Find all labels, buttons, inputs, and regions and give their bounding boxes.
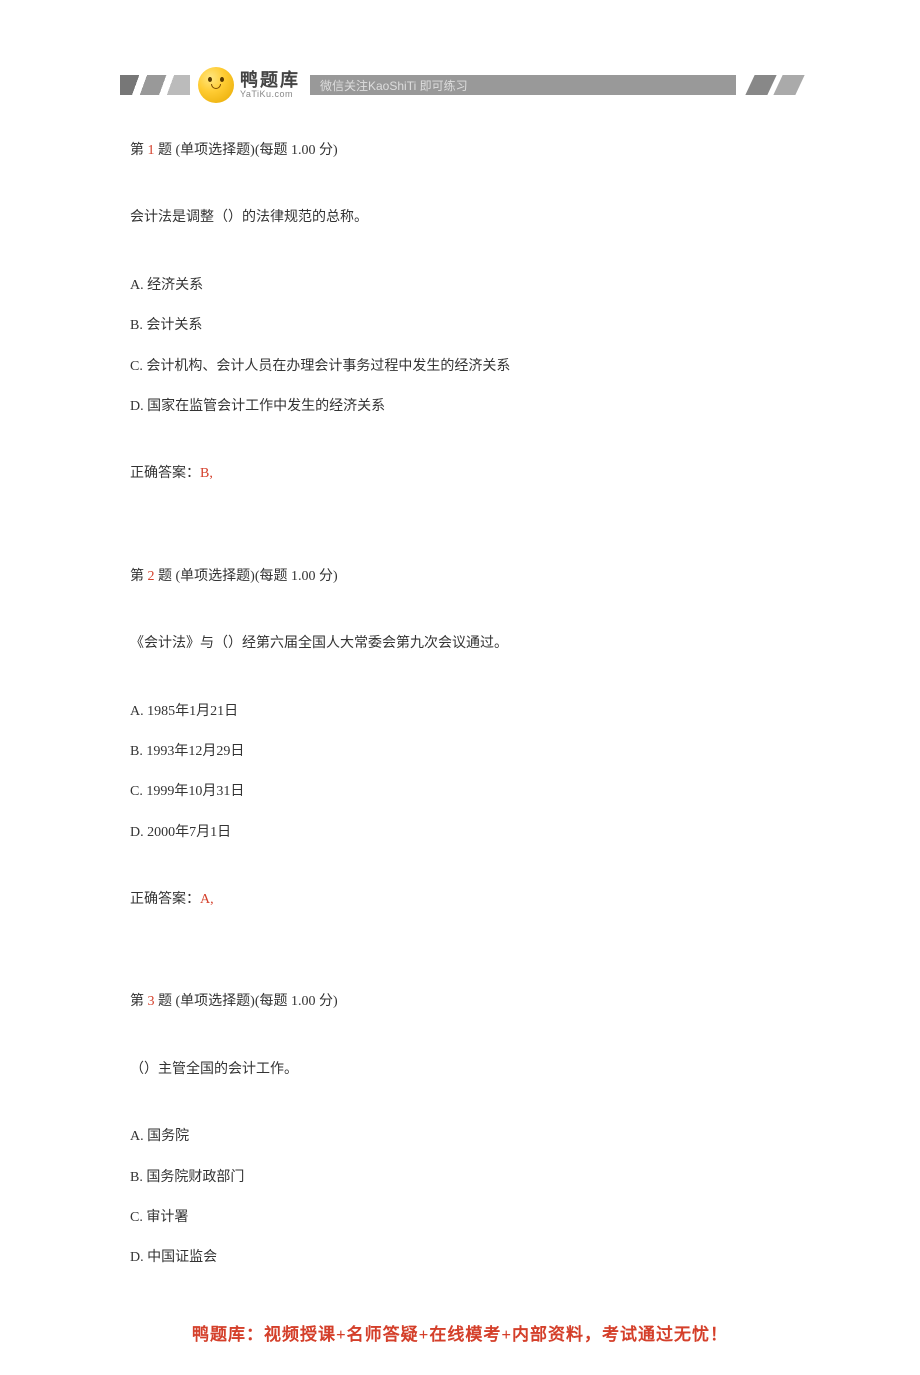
- answer-value: A,: [200, 892, 214, 907]
- logo-icon: [198, 67, 234, 103]
- question-number-prefix: 第: [130, 569, 148, 584]
- content-area: 第 1 题 (单项选择题)(每题 1.00 分) 会计法是调整（）的法律规范的总…: [0, 110, 920, 1270]
- question-block-2: 第 2 题 (单项选择题)(每题 1.00 分) 《会计法》与（）经第六届全国人…: [130, 566, 790, 912]
- banner-text: 微信关注KaoShiTi 即可练习: [320, 77, 468, 94]
- option-b: B. 1993年12月29日: [130, 741, 790, 763]
- answer-value: B,: [200, 466, 213, 481]
- question-number: 2: [148, 569, 155, 584]
- question-options: A. 1985年1月21日 B. 1993年12月29日 C. 1999年10月…: [130, 701, 790, 845]
- logo-title: 鸭题库: [240, 71, 300, 89]
- question-number: 1: [148, 143, 155, 158]
- question-stem: （）主管全国的会计工作。: [130, 1059, 790, 1081]
- question-options: A. 国务院 B. 国务院财政部门 C. 审计署 D. 中国证监会: [130, 1126, 790, 1270]
- question-block-3: 第 3 题 (单项选择题)(每题 1.00 分) （）主管全国的会计工作。 A.…: [130, 991, 790, 1269]
- question-stem: 《会计法》与（）经第六届全国人大常委会第九次会议通过。: [130, 633, 790, 655]
- question-answer: 正确答案：A,: [130, 889, 790, 911]
- logo-subtitle: YaTiKu.com: [240, 89, 300, 100]
- answer-label: 正确答案：: [130, 892, 200, 907]
- question-header: 第 1 题 (单项选择题)(每题 1.00 分): [130, 140, 790, 162]
- question-header: 第 2 题 (单项选择题)(每题 1.00 分): [130, 566, 790, 588]
- answer-label: 正确答案：: [130, 466, 200, 481]
- option-d: D. 国家在监管会计工作中发生的经济关系: [130, 396, 790, 418]
- header-stripe-right: [744, 75, 800, 95]
- question-number-prefix: 第: [130, 994, 148, 1009]
- question-meta: 题 (单项选择题)(每题 1.00 分): [155, 994, 338, 1009]
- logo-text: 鸭题库 YaTiKu.com: [240, 71, 300, 100]
- page-header: 鸭题库 YaTiKu.com 微信关注KaoShiTi 即可练习: [120, 60, 800, 110]
- option-d: D. 2000年7月1日: [130, 822, 790, 844]
- decorative-stripe: [745, 75, 776, 95]
- question-options: A. 经济关系 B. 会计关系 C. 会计机构、会计人员在办理会计事务过程中发生…: [130, 275, 790, 419]
- question-number: 3: [148, 994, 155, 1009]
- option-c: C. 会计机构、会计人员在办理会计事务过程中发生的经济关系: [130, 356, 790, 378]
- header-stripe-left: [120, 75, 190, 95]
- question-number-prefix: 第: [130, 143, 148, 158]
- footer-text: 鸭题库：视频授课+名师答疑+在线模考+内部资料，考试通过无忧！: [192, 1325, 728, 1344]
- option-b: B. 国务院财政部门: [130, 1167, 790, 1189]
- option-a: A. 1985年1月21日: [130, 701, 790, 723]
- option-c: C. 审计署: [130, 1207, 790, 1229]
- option-a: A. 经济关系: [130, 275, 790, 297]
- option-c: C. 1999年10月31日: [130, 781, 790, 803]
- option-a: A. 国务院: [130, 1126, 790, 1148]
- header-banner: 微信关注KaoShiTi 即可练习: [310, 75, 736, 95]
- question-block-1: 第 1 题 (单项选择题)(每题 1.00 分) 会计法是调整（）的法律规范的总…: [130, 140, 790, 486]
- question-header: 第 3 题 (单项选择题)(每题 1.00 分): [130, 991, 790, 1013]
- page-footer: 鸭题库：视频授课+名师答疑+在线模考+内部资料，考试通过无忧！: [0, 1300, 920, 1375]
- question-meta: 题 (单项选择题)(每题 1.00 分): [155, 569, 338, 584]
- question-stem: 会计法是调整（）的法律规范的总称。: [130, 207, 790, 229]
- option-b: B. 会计关系: [130, 315, 790, 337]
- document-page: 鸭题库 YaTiKu.com 微信关注KaoShiTi 即可练习 第 1 题 (…: [0, 60, 920, 1375]
- question-meta: 题 (单项选择题)(每题 1.00 分): [155, 143, 338, 158]
- decorative-stripe: [773, 75, 804, 95]
- option-d: D. 中国证监会: [130, 1247, 790, 1269]
- question-answer: 正确答案：B,: [130, 463, 790, 485]
